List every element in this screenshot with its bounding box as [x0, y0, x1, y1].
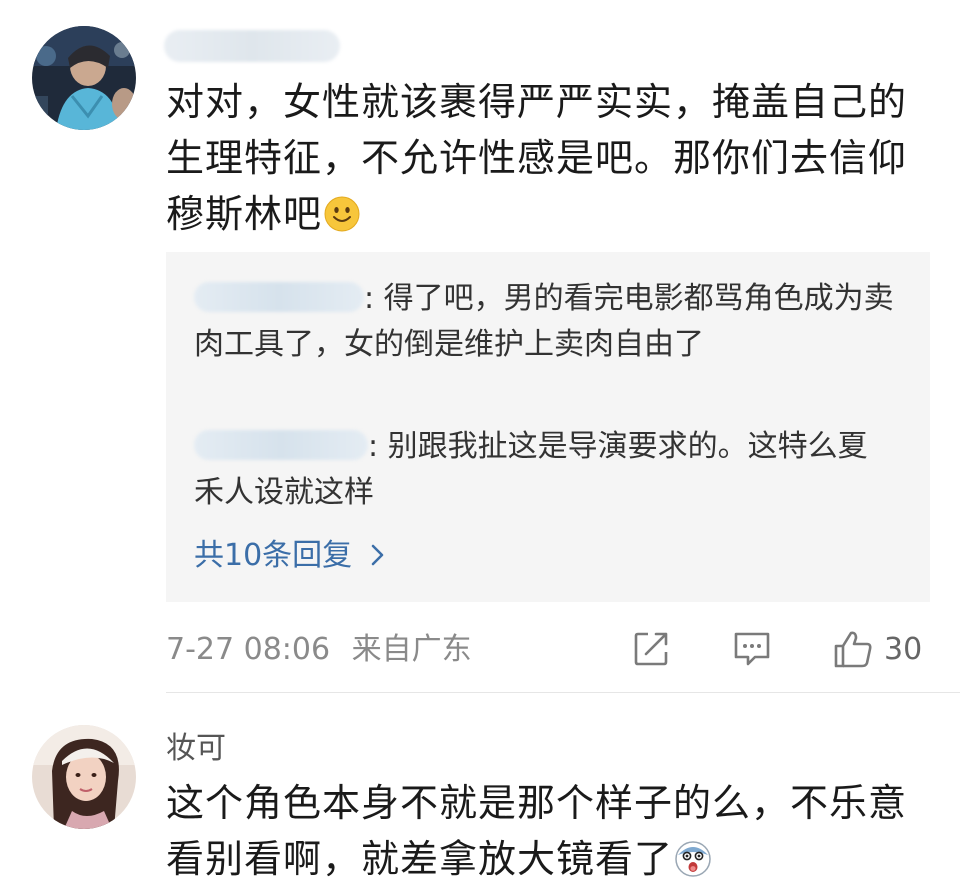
reply-more-label[interactable]: 共10条回复	[194, 538, 352, 573]
reply-item[interactable]: : 得了吧，男的看完电影都骂角色成为卖肉工具了，女的倒是维护上卖肉自由了	[194, 276, 894, 368]
location: 来自广东	[351, 632, 472, 667]
comment-item: 妆可 这个角色本身不就是那个样子的么，不乐意看别看啊，就差拿放大镜看了	[0, 693, 960, 893]
smile-emoji	[324, 196, 360, 232]
reply-author-blurred[interactable]	[194, 430, 368, 460]
reply-item[interactable]: : 别跟我扯这是导演要求的。这特么夏禾人设就这样	[194, 424, 894, 516]
avatar[interactable]	[32, 725, 136, 829]
comment-text: 这个角色本身不就是那个样子的么，不乐意看别看啊，就差拿放大镜看了	[166, 775, 936, 887]
timestamp: 7-27 08:06	[166, 632, 331, 667]
shocked-face-emoji	[675, 841, 711, 877]
reply-preview-box[interactable]: : 得了吧，男的看完电影都骂角色成为卖肉工具了，女的倒是维护上卖肉自由了 : 别…	[166, 252, 930, 602]
comment-icon	[734, 632, 770, 666]
comment-meta: 7-27 08:06 来自广东	[166, 632, 472, 668]
comment-text: 对对，女性就该裹得严严实实，掩盖自己的生理特征，不允许性感是吧。那你们去信仰穆斯…	[166, 74, 936, 242]
like-button[interactable]: 30	[832, 626, 922, 672]
reply-button[interactable]	[732, 626, 772, 672]
share-button[interactable]	[632, 626, 670, 672]
username[interactable]: 妆可	[166, 731, 226, 767]
avatar[interactable]	[32, 26, 136, 130]
share-icon	[634, 632, 668, 666]
reply-author-blurred[interactable]	[194, 282, 364, 312]
comment-text-content: 这个角色本身不就是那个样子的么，不乐意看别看啊，就差拿放大镜看了	[166, 781, 908, 881]
chevron-right-icon	[370, 536, 386, 576]
comment-item: 对对，女性就该裹得严严实实，掩盖自己的生理特征，不允许性感是吧。那你们去信仰穆斯…	[0, 0, 960, 693]
username-blurred[interactable]	[164, 30, 340, 62]
comment-text-content: 对对，女性就该裹得严严实实，掩盖自己的生理特征，不允许性感是吧。那你们去信仰穆斯…	[166, 80, 908, 236]
like-count: 30	[884, 631, 923, 667]
view-all-replies-link[interactable]: 共10条回复	[194, 536, 386, 576]
thumbs-up-icon	[834, 631, 872, 668]
